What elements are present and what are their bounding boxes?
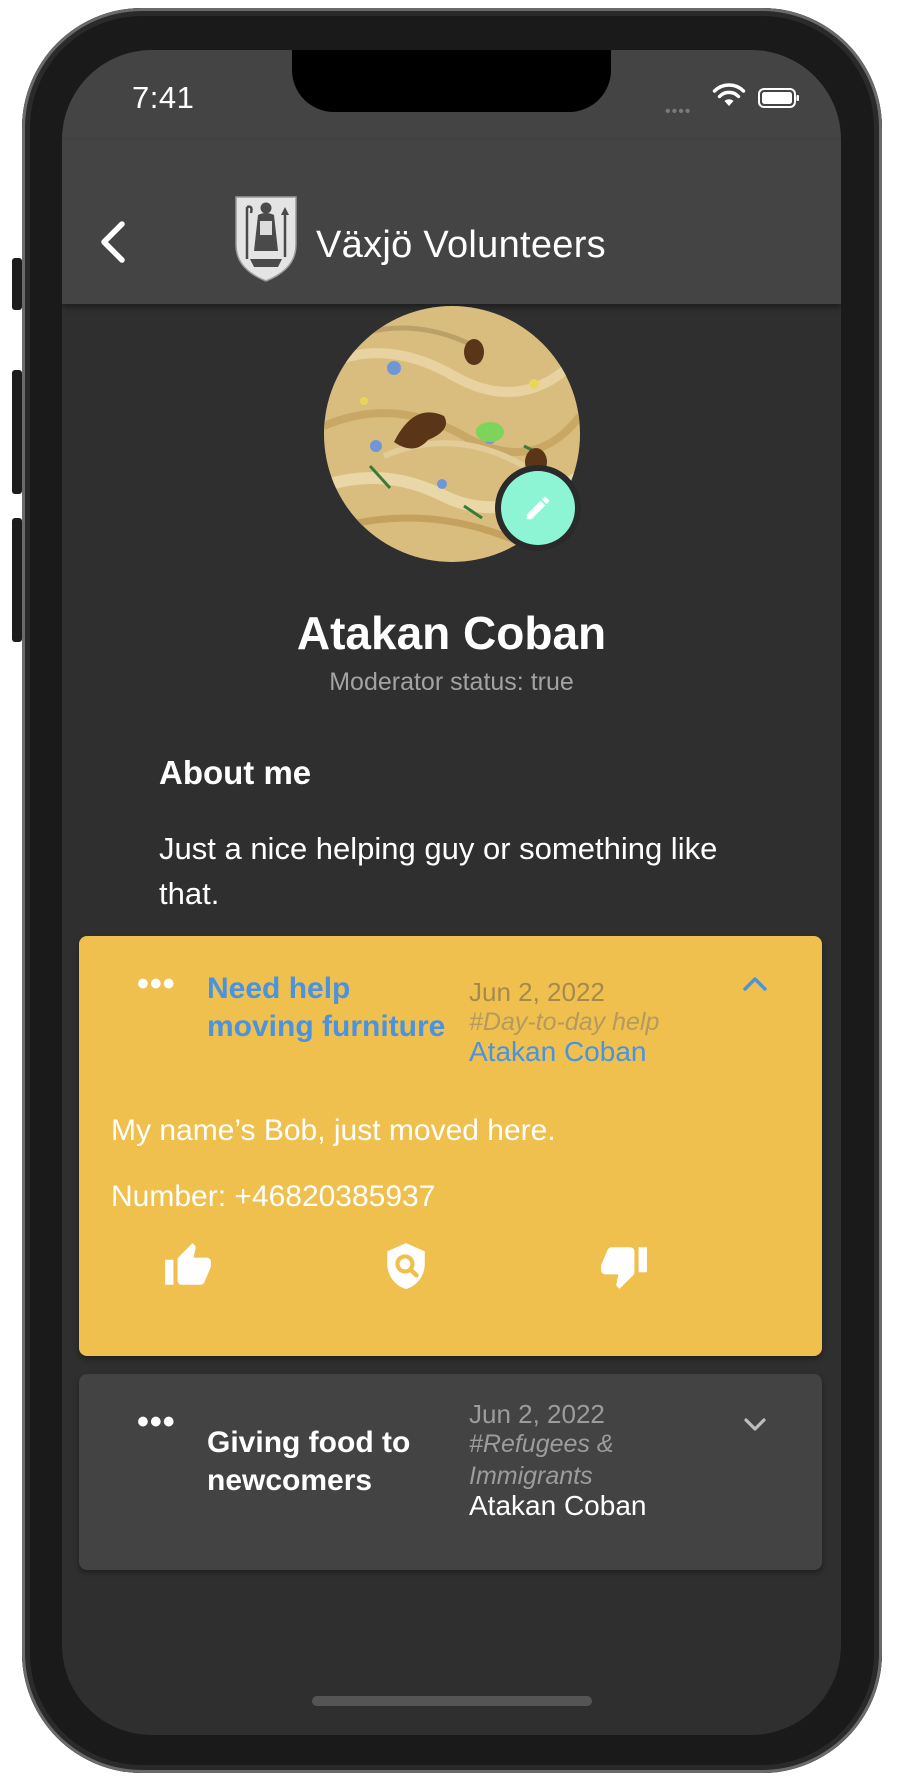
post-card-expanded[interactable]: ••• Need help moving furniture Jun 2, 20… [79, 936, 822, 1356]
about-me-text: Just a nice helping guy or something lik… [159, 831, 718, 911]
city-crest-logo [235, 196, 297, 282]
thumbs-up-icon[interactable] [163, 1241, 213, 1291]
pencil-icon [526, 496, 550, 520]
post-author-link[interactable]: Atakan Coban [469, 1490, 646, 1522]
post-body-line: My name’s Bob, just moved here. [111, 1114, 556, 1147]
post-author-link[interactable]: Atakan Coban [469, 1036, 646, 1068]
post-title: Giving food to newcomers [207, 1426, 411, 1497]
edit-fab-inner [501, 471, 575, 545]
thumbs-down-icon[interactable] [599, 1241, 649, 1291]
post-category: #Day-to-day help [469, 1008, 660, 1036]
post-title: Need help moving furniture [207, 972, 446, 1043]
volume-up-button [12, 370, 22, 494]
back-arrow-icon[interactable] [90, 216, 138, 268]
battery-icon [758, 88, 799, 108]
app-bar: Växjö Volunteers [62, 140, 841, 304]
post-card-collapsed[interactable]: ••• Giving food to newcomers Jun 2, 2022… [79, 1374, 822, 1570]
moderator-status: Moderator status: true [329, 668, 574, 696]
camera-notch [292, 50, 611, 112]
about-me-heading: About me [159, 754, 312, 791]
more-options-icon[interactable]: ••• [137, 1405, 176, 1439]
post-date: Jun 2, 2022 [469, 977, 605, 1007]
report-shield-icon[interactable] [381, 1241, 431, 1291]
silent-switch [12, 258, 22, 310]
expand-chevron-icon[interactable] [739, 1408, 771, 1440]
more-options-icon[interactable]: ••• [137, 967, 176, 1001]
wifi-icon [712, 83, 746, 106]
collapse-chevron-icon[interactable] [739, 968, 771, 1000]
home-indicator[interactable] [312, 1696, 592, 1706]
profile-name: Atakan Coban [296, 607, 607, 659]
post-contact-number: Number: +46820385937 [111, 1180, 436, 1213]
post-date: Jun 2, 2022 [469, 1399, 605, 1429]
volume-down-button [12, 518, 22, 642]
status-time: 7:41 [132, 80, 195, 115]
cellular-signal-icon: •••• [665, 103, 692, 120]
screen: 7:41 •••• Växjö Volunteers Atakan Coban … [62, 50, 841, 1735]
app-title: Växjö Volunteers [316, 224, 606, 266]
post-category: #Refugees & Immigrants [469, 1430, 614, 1490]
edit-avatar-button[interactable] [495, 465, 581, 551]
